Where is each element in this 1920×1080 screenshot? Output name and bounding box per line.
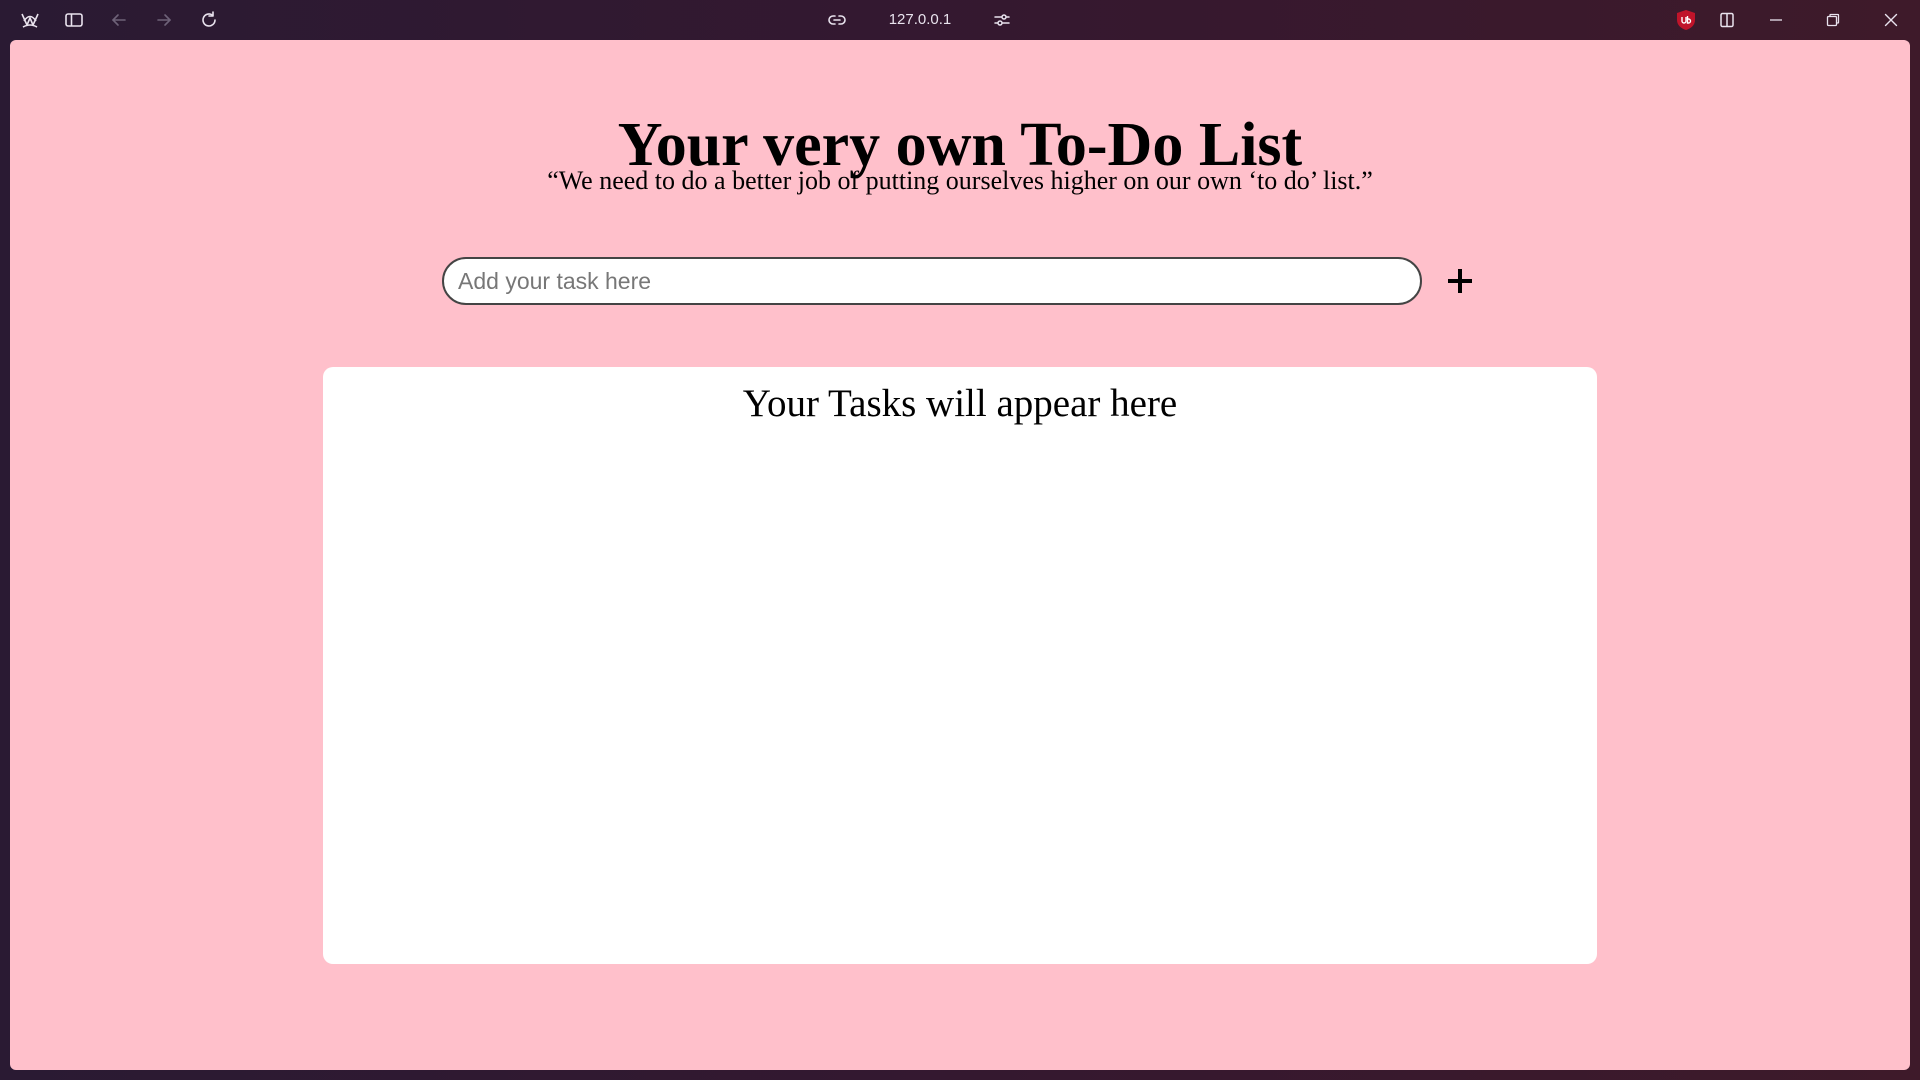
restore-button[interactable] — [1818, 5, 1848, 35]
browser-logo-icon[interactable] — [15, 5, 45, 35]
browser-titlebar: 127.0.0.1 — [0, 0, 1920, 40]
close-button[interactable] — [1876, 5, 1906, 35]
minimize-button[interactable] — [1761, 5, 1791, 35]
sidebar-toggle-icon[interactable] — [59, 5, 89, 35]
arrow-right-icon — [157, 14, 171, 26]
add-task-button[interactable] — [1440, 261, 1480, 301]
reload-icon — [202, 11, 216, 27]
restore-icon — [1826, 13, 1840, 27]
tasks-heading: Your Tasks will appear here — [742, 382, 1178, 425]
page-viewport: Your very own To-Do List “We need to do … — [10, 40, 1910, 1070]
address-bar[interactable]: 127.0.0.1 — [820, 5, 1020, 35]
tasks-panel: Your Tasks will appear here — [323, 367, 1597, 964]
url-text[interactable]: 127.0.0.1 — [870, 5, 970, 35]
link-icon[interactable] — [822, 5, 852, 35]
arrow-left-icon — [112, 14, 126, 26]
sliders-icon[interactable] — [987, 5, 1017, 35]
plus-icon — [1448, 269, 1472, 293]
task-input[interactable] — [442, 257, 1422, 305]
close-icon — [1884, 13, 1898, 27]
quote-text: “We need to do a better job of putting o… — [547, 166, 1373, 195]
forward-button[interactable] — [149, 5, 179, 35]
ublock-icon[interactable] — [1675, 9, 1697, 31]
minimize-icon — [1770, 19, 1782, 21]
reload-button[interactable] — [194, 5, 224, 35]
back-button[interactable] — [104, 5, 134, 35]
split-view-icon[interactable] — [1712, 5, 1742, 35]
